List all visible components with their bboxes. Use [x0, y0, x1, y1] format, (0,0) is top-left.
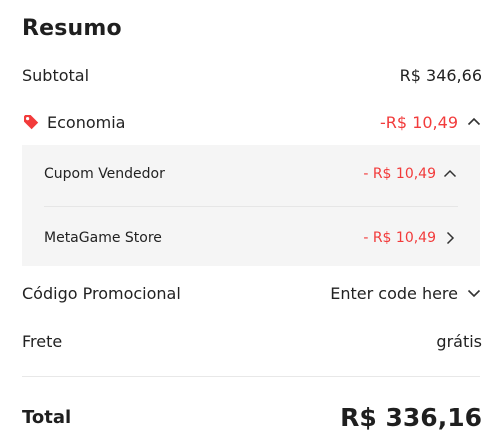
chevron-up-icon[interactable] [442, 166, 458, 182]
promo-code-label: Código Promocional [22, 283, 181, 303]
details-divider [44, 206, 458, 207]
total-row: Total R$ 336,16 [22, 400, 482, 434]
total-label: Total [22, 406, 72, 428]
promo-code-row[interactable]: Código Promocional Enter code here [22, 279, 482, 307]
economia-value: -R$ 10,49 [380, 112, 458, 132]
tag-icon [22, 113, 40, 131]
total-divider [22, 376, 480, 377]
chevron-up-icon[interactable] [466, 114, 482, 130]
cupom-vendedor-label: Cupom Vendedor [44, 166, 165, 182]
enter-code-link[interactable]: Enter code here [330, 284, 458, 303]
metagame-store-value: - R$ 10,49 [363, 230, 436, 246]
metagame-store-label: MetaGame Store [44, 230, 162, 246]
economia-label: Economia [47, 112, 126, 132]
total-value: R$ 336,16 [340, 402, 482, 432]
subtotal-row: Subtotal R$ 346,66 [22, 62, 482, 88]
summary-title: Resumo [22, 16, 122, 41]
cupom-vendedor-row[interactable]: Cupom Vendedor - R$ 10,49 [44, 161, 458, 187]
economia-details: Cupom Vendedor - R$ 10,49 MetaGame Store… [22, 145, 480, 266]
metagame-store-row[interactable]: MetaGame Store - R$ 10,49 [44, 225, 458, 251]
order-summary: Resumo Subtotal R$ 346,66 Economia -R$ 1… [0, 0, 500, 448]
shipping-value: grátis [436, 331, 482, 351]
chevron-down-icon[interactable] [466, 285, 482, 301]
cupom-vendedor-value: - R$ 10,49 [363, 166, 436, 182]
subtotal-value: R$ 346,66 [399, 65, 482, 85]
shipping-row: Frete grátis [22, 328, 482, 354]
subtotal-label: Subtotal [22, 65, 90, 85]
economia-row[interactable]: Economia -R$ 10,49 [22, 108, 482, 136]
chevron-right-icon[interactable] [442, 230, 458, 246]
shipping-label: Frete [22, 331, 63, 351]
